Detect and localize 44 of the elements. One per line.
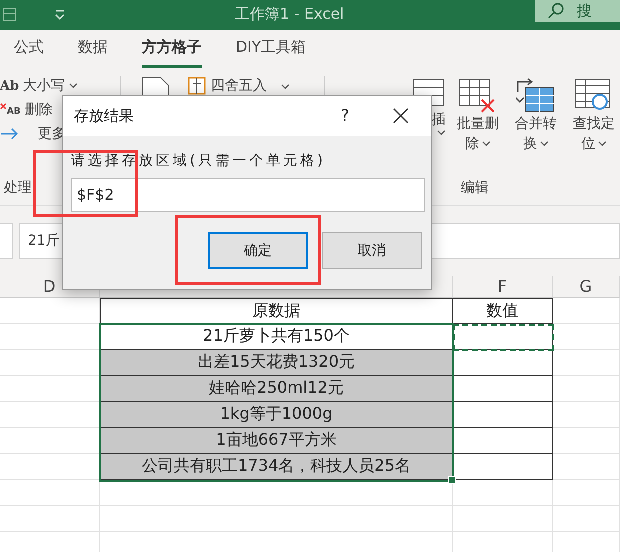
button-label: 大小写 xyxy=(23,77,66,95)
cancel-button[interactable]: 取消 xyxy=(322,232,422,269)
table-cell xyxy=(553,506,620,532)
table-cell xyxy=(553,298,620,324)
group-label: 处理 xyxy=(4,179,32,197)
window-title: 工作簿1 - Excel xyxy=(235,5,344,24)
ok-button[interactable]: 确定 xyxy=(208,232,308,269)
table-cell: 出差15天花费1320元 xyxy=(100,350,453,376)
table-cell: 娃哈哈250ml12元 xyxy=(100,376,453,402)
close-icon[interactable] xyxy=(393,108,409,124)
table-cell: 1亩地667平方米 xyxy=(100,428,453,454)
button-label: 四舍五入 xyxy=(211,77,268,95)
table-cell: 1kg等于1000g xyxy=(100,402,453,428)
dialog-title: 存放结果 xyxy=(74,106,134,126)
table-merge-icon xyxy=(516,78,556,114)
table-cell xyxy=(553,324,620,350)
ribbon-button[interactable]: Ab 大小写 xyxy=(0,76,120,96)
table-cell: 数值 xyxy=(453,298,553,324)
ribbon-tab[interactable]: 公式 xyxy=(14,32,44,68)
table-cell xyxy=(553,428,620,454)
ribbon-button[interactable]: 合并转 换 xyxy=(510,70,562,154)
ribbon-tab[interactable]: DIY工具箱 xyxy=(236,32,306,68)
prompt-text: 请选择存放区域(只需一个单元格) xyxy=(71,152,327,170)
table-cell: 公司共有职工1734名，科技人员25名 xyxy=(100,454,453,480)
column-header[interactable]: G xyxy=(553,276,620,298)
ribbon-button[interactable]: 批量删 除 xyxy=(452,70,504,154)
input-field[interactable]: $F$2 xyxy=(71,178,425,212)
table-cell xyxy=(553,402,620,428)
arrow-icon xyxy=(0,127,20,141)
help-button[interactable]: ? xyxy=(341,106,350,125)
table-cell xyxy=(553,480,620,506)
table-cell xyxy=(553,454,620,480)
search-icon xyxy=(547,2,565,20)
group-label: 编辑 xyxy=(461,179,490,197)
table-cell xyxy=(553,350,620,376)
table-cell xyxy=(553,376,620,402)
column-header[interactable]: F xyxy=(453,276,553,298)
ribbon-tab[interactable]: 数据 xyxy=(78,32,108,68)
search-field[interactable]: 搜 xyxy=(535,0,620,22)
button-label: 删除 xyxy=(24,101,53,119)
table-cell: 原数据 xyxy=(100,298,453,324)
ribbon-button[interactable]: 查找定 位 xyxy=(568,70,620,154)
ribbon-button[interactable]: 四舍五入 xyxy=(187,76,290,96)
text-case-icon: Ab xyxy=(0,78,20,94)
